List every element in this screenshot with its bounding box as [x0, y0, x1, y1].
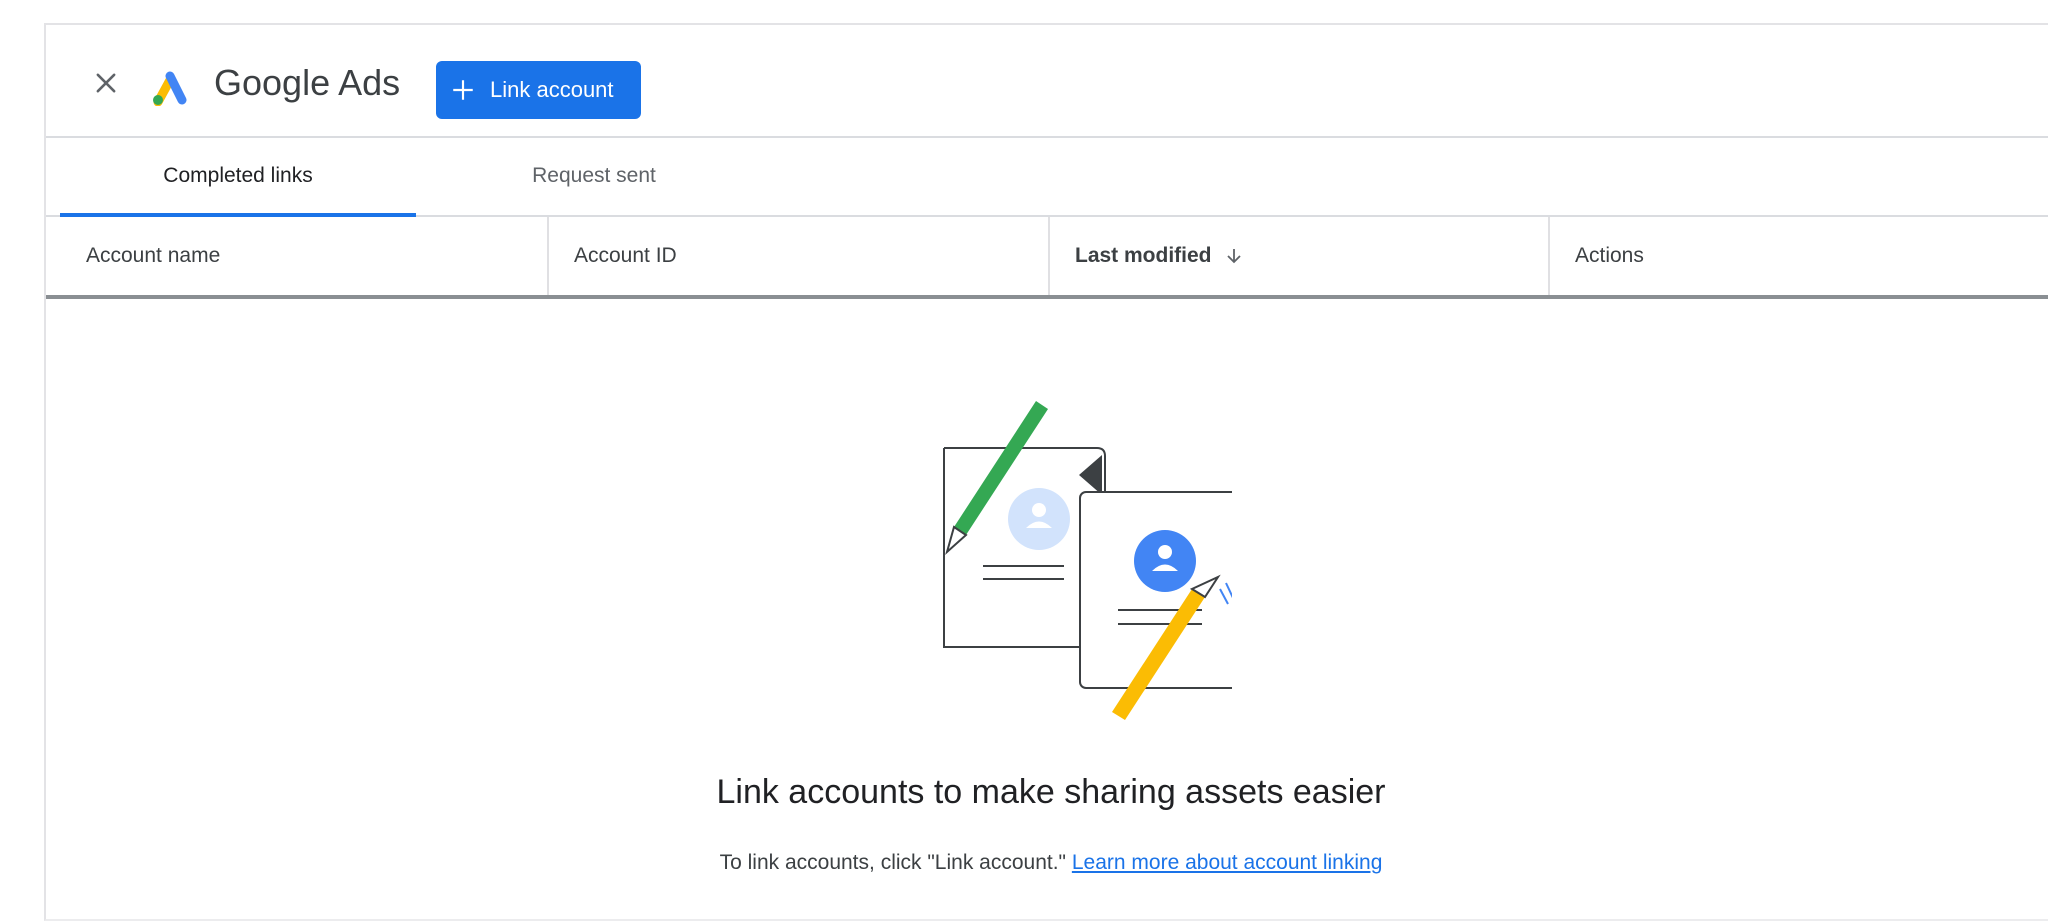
empty-state-description: To link accounts, click "Link account." …: [46, 851, 2048, 875]
person-avatar: [1134, 530, 1196, 592]
app-title: Google Ads: [214, 62, 401, 103]
plus-icon: [453, 80, 473, 100]
column-header-actions: Actions: [1548, 217, 2048, 295]
column-header-account-id: Account ID: [547, 217, 1048, 295]
tab-completed-links[interactable]: Completed links: [60, 136, 416, 215]
learn-more-link[interactable]: Learn more about account linking: [1072, 851, 1383, 874]
close-icon[interactable]: [92, 69, 120, 97]
empty-state-title: Link accounts to make sharing assets eas…: [716, 773, 1386, 811]
tab-request-sent[interactable]: Request sent: [416, 136, 772, 215]
column-label: Actions: [1575, 244, 1644, 267]
column-label: Last modified: [1075, 244, 1212, 267]
column-label: Account ID: [574, 244, 677, 267]
tab-bar: Completed links Request sent: [46, 136, 2048, 217]
column-label: Account name: [86, 244, 221, 267]
link-account-button[interactable]: Link account: [436, 61, 641, 119]
tab-label: Request sent: [532, 163, 656, 187]
panel-header: Google Ads Link account: [46, 25, 2048, 138]
google-ads-logo-icon: [153, 71, 187, 106]
column-header-account-name: Account name: [46, 217, 547, 295]
person-avatar-light: [1008, 488, 1070, 550]
tab-label: Completed links: [163, 163, 313, 187]
account-linking-panel: Google Ads Link account Completed links …: [44, 23, 2048, 921]
link-account-label: Link account: [490, 77, 614, 102]
linked-documents-illustration: [943, 401, 1232, 720]
column-header-last-modified[interactable]: Last modified: [1048, 217, 1548, 295]
table-header: Account name Account ID Last modified Ac…: [46, 217, 2048, 299]
arrow-down-icon: [1226, 249, 1241, 264]
empty-state-text: To link accounts, click "Link account.": [719, 851, 1067, 874]
